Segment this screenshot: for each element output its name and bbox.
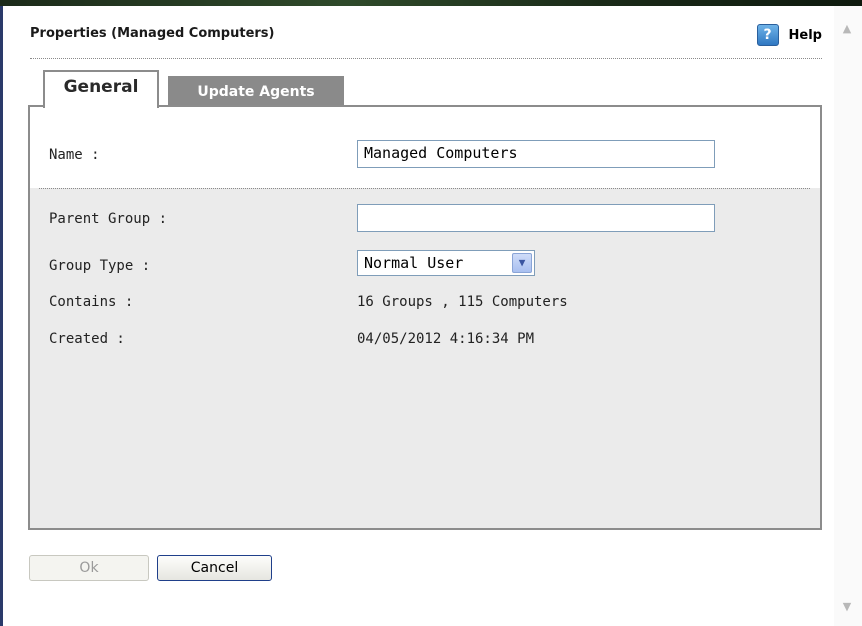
section-divider	[39, 188, 810, 189]
chevron-down-icon[interactable]: ▼	[512, 253, 532, 273]
help-button[interactable]: ? Help	[756, 24, 822, 46]
parent-group-input[interactable]	[364, 208, 708, 226]
dialog-header: Properties (Managed Computers) ? Help	[30, 24, 822, 60]
scroll-down-icon[interactable]: ▼	[838, 598, 856, 616]
cancel-button[interactable]: Cancel	[157, 555, 272, 581]
tab-update-agents[interactable]: Update Agents	[168, 76, 344, 108]
scroll-up-icon[interactable]: ▲	[838, 20, 856, 38]
name-field[interactable]	[357, 140, 715, 168]
group-type-label: Group Type :	[49, 258, 151, 274]
help-icon[interactable]: ?	[756, 24, 779, 46]
header-divider	[30, 58, 822, 59]
general-tab-panel: Name : Parent Group : Group Type : Norma…	[28, 105, 822, 530]
dialog-title: Properties (Managed Computers)	[30, 26, 275, 41]
parent-group-label: Parent Group :	[49, 211, 168, 227]
group-type-value: Normal User	[364, 254, 464, 272]
group-type-select[interactable]: Normal User ▼	[357, 250, 535, 276]
tab-general[interactable]: General	[43, 70, 159, 108]
name-label: Name :	[49, 147, 100, 163]
name-input[interactable]	[364, 144, 708, 162]
created-label: Created :	[49, 331, 125, 347]
ok-button[interactable]: Ok	[29, 555, 149, 581]
vertical-scrollbar[interactable]: ▲ ▼	[834, 6, 862, 626]
created-value: 04/05/2012 4:16:34 PM	[357, 331, 535, 347]
contains-label: Contains :	[49, 294, 134, 310]
help-label[interactable]: Help	[789, 28, 822, 43]
parent-group-field[interactable]	[357, 204, 715, 232]
contains-value: 16 Groups , 115 Computers	[357, 294, 568, 310]
